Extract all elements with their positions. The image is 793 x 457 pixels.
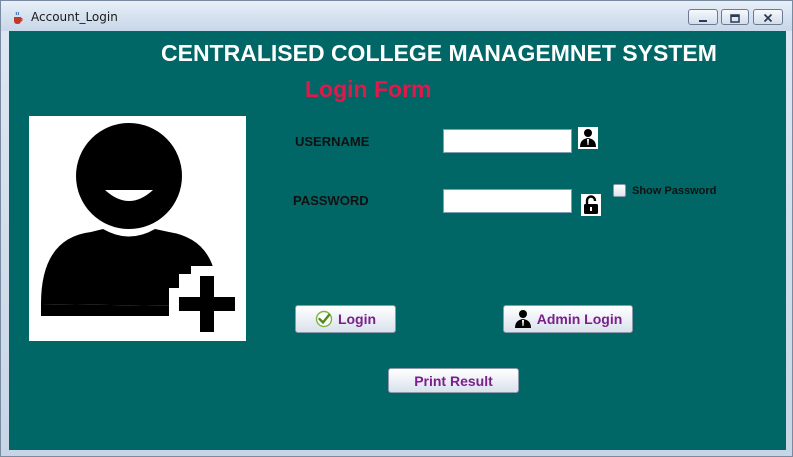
add-user-icon — [29, 123, 246, 345]
content-panel: CENTRALISED COLLEGE MANAGEMNET SYSTEM Lo… — [9, 31, 786, 450]
lock-icon — [581, 194, 601, 216]
username-input[interactable] — [443, 129, 572, 153]
show-password-toggle[interactable]: Show Password — [613, 184, 716, 197]
username-label: USERNAME — [295, 134, 370, 149]
user-icon — [578, 127, 598, 149]
admin-login-button-label: Admin Login — [536, 311, 623, 327]
show-password-checkbox[interactable] — [613, 184, 626, 197]
app-title: CENTRALISED COLLEGE MANAGEMNET SYSTEM — [161, 40, 717, 66]
checkmark-icon — [315, 310, 333, 328]
show-password-label: Show Password — [632, 184, 717, 197]
window-title: Account_Login — [31, 10, 118, 24]
login-button-label: Login — [337, 311, 377, 327]
login-button[interactable]: Login — [295, 305, 396, 333]
maximize-icon — [730, 8, 740, 27]
admin-user-icon — [514, 309, 532, 329]
minimize-button[interactable] — [688, 9, 718, 25]
print-result-button[interactable]: Print Result — [388, 368, 519, 393]
java-cup-icon — [11, 10, 25, 24]
maximize-button[interactable] — [721, 9, 749, 25]
admin-login-button[interactable]: Admin Login — [503, 305, 633, 333]
close-icon — [763, 8, 773, 27]
avatar — [29, 116, 246, 342]
password-input[interactable] — [443, 189, 572, 213]
print-result-button-label: Print Result — [414, 372, 493, 389]
password-label: PASSWORD — [293, 193, 369, 208]
login-window: Account_Login CENTRALISED COLLEGE MANAGE… — [0, 0, 793, 457]
close-button[interactable] — [753, 9, 783, 25]
minimize-icon — [698, 8, 708, 27]
form-title: Login Form — [305, 76, 432, 102]
title-bar[interactable]: Account_Login — [1, 1, 792, 31]
